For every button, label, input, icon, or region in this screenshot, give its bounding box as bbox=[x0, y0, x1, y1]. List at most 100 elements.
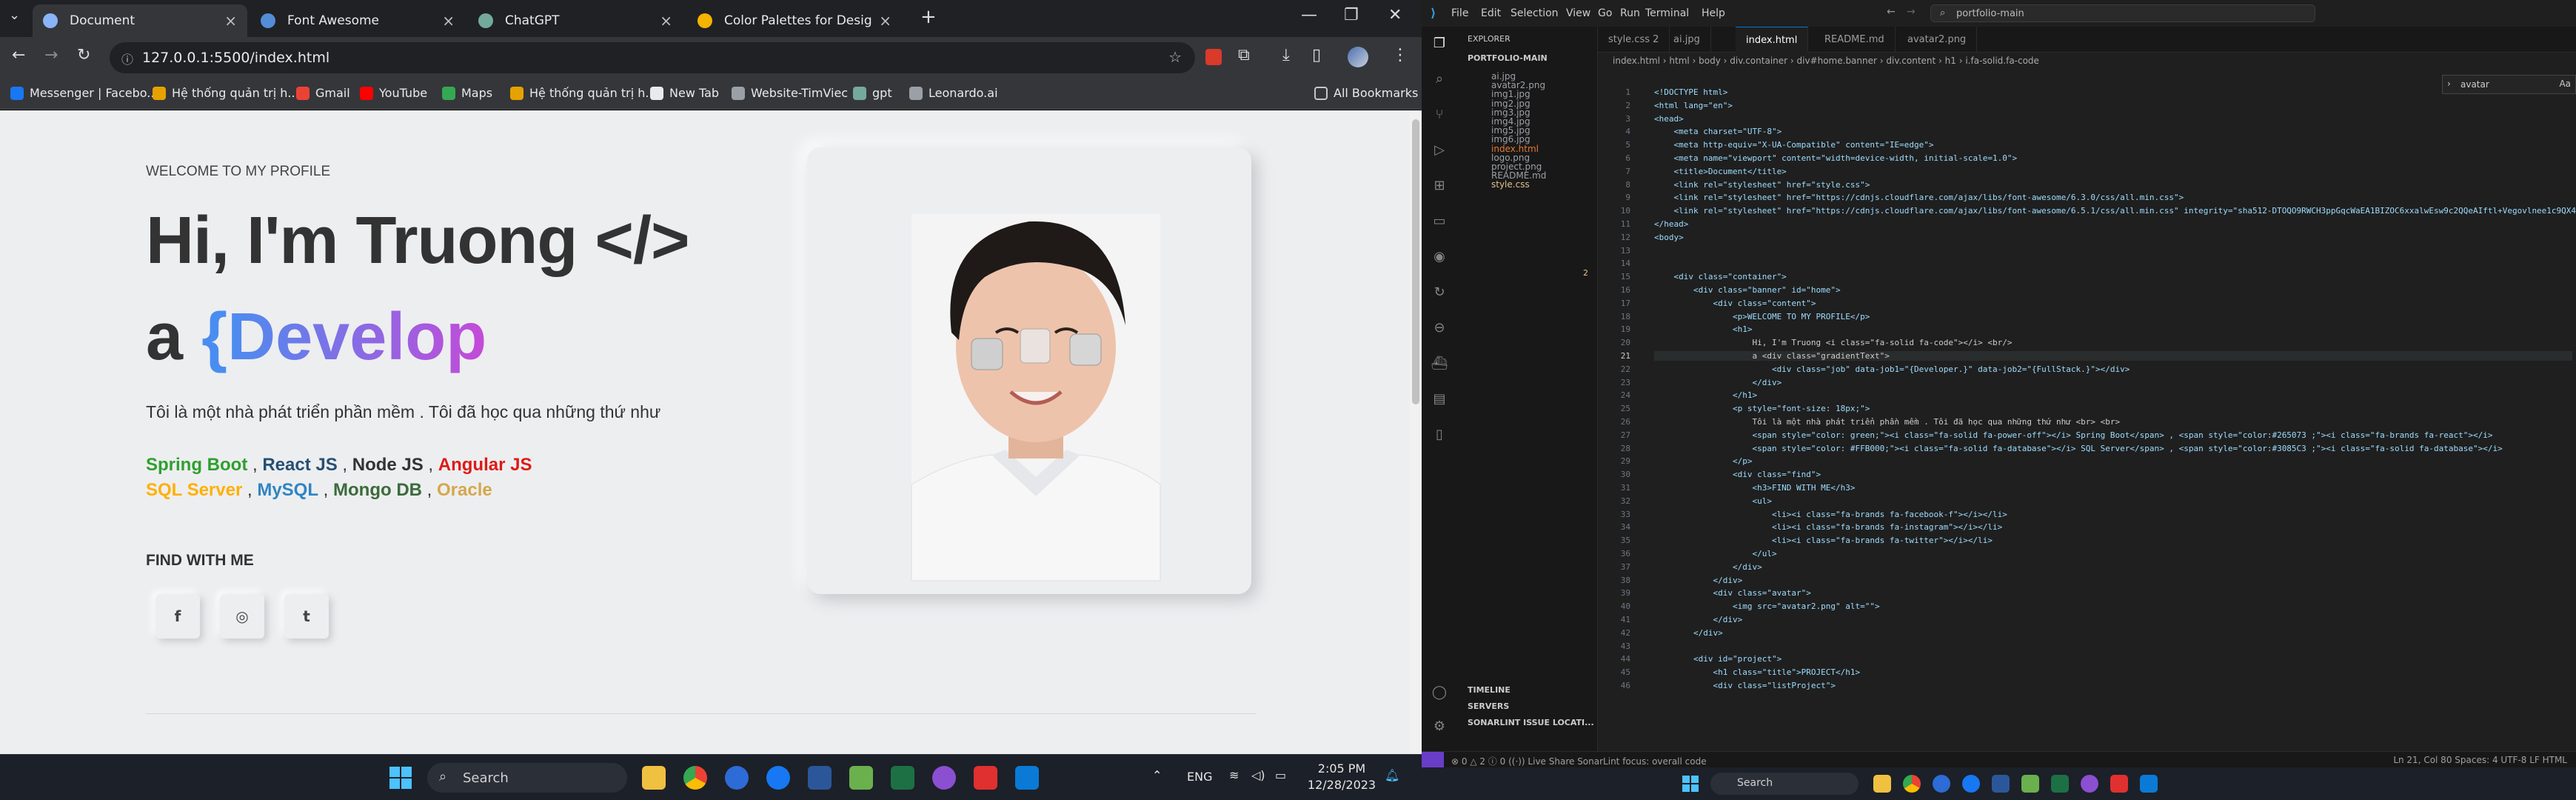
sonarlint-icon[interactable]: ⊖ bbox=[1431, 320, 1448, 338]
code-line[interactable]: <div class="listProject"> bbox=[1654, 681, 1836, 690]
code-line[interactable]: <li><i class="fa-brands fa-twitter"></i>… bbox=[1654, 536, 1993, 545]
chrome-icon-2[interactable] bbox=[1903, 775, 1921, 793]
language-indicator[interactable]: ENG bbox=[1187, 770, 1212, 784]
breadcrumb[interactable]: index.html › html › body › div.container… bbox=[1598, 53, 2576, 69]
code-line[interactable]: <!DOCTYPE html> bbox=[1654, 87, 1727, 97]
github-desktop-icon[interactable] bbox=[932, 766, 956, 790]
bookmark-star-icon[interactable]: ☆ bbox=[1168, 48, 1182, 66]
facebook-button[interactable]: f bbox=[155, 594, 200, 639]
code-line[interactable]: <div class="job" data-job1="{Developer.}… bbox=[1654, 364, 2130, 374]
battery-icon[interactable]: ▭ bbox=[1275, 768, 1286, 782]
sidebar-section[interactable]: SONARLINT ISSUE LOCATI... bbox=[1468, 718, 1594, 727]
live-share-icon[interactable]: ↻ bbox=[1431, 284, 1448, 302]
editor-tab[interactable]: README.md bbox=[1814, 27, 1896, 53]
close-window-button[interactable]: ✕ bbox=[1388, 6, 1402, 24]
facebook-app-icon[interactable] bbox=[766, 766, 790, 790]
sublime-icon-2[interactable] bbox=[2021, 775, 2039, 793]
excel-icon-2[interactable] bbox=[2051, 775, 2069, 793]
bookmark-item[interactable]: Leonardo.ai bbox=[909, 86, 998, 100]
code-editor[interactable]: 1 <!DOCTYPE html> 2 <html lang="en"> 3 <head>… bbox=[1598, 69, 2576, 751]
device-icon[interactable]: ▯ bbox=[1431, 427, 1448, 444]
twitter-button[interactable]: t bbox=[284, 594, 329, 639]
vscode-taskbar-icon-2[interactable] bbox=[2140, 775, 2158, 793]
menu-item[interactable]: Help bbox=[1702, 7, 1725, 19]
extensions-icon[interactable]: ⧉ bbox=[1238, 46, 1250, 64]
profile-avatar[interactable] bbox=[1348, 47, 1368, 67]
code-line[interactable]: <span style="color: #FFB000;"><i class="… bbox=[1654, 444, 2502, 453]
tab-close-icon[interactable]: × bbox=[224, 12, 237, 30]
app-red-icon-2[interactable] bbox=[2110, 775, 2128, 793]
code-line[interactable]: </div> bbox=[1654, 615, 1742, 624]
code-line[interactable]: <div class="banner" id="home"> bbox=[1654, 285, 1841, 295]
clock-date[interactable]: 12/28/2023 bbox=[1305, 778, 1379, 792]
browser-tab[interactable]: ChatGPT × bbox=[468, 4, 683, 37]
code-line[interactable]: </div> bbox=[1654, 576, 1742, 585]
code-line[interactable]: </ul> bbox=[1654, 549, 1776, 559]
bookmark-item[interactable]: Hệ thống quản trị h... bbox=[510, 86, 657, 100]
editor-tab[interactable]: ai.jpg bbox=[1663, 27, 1711, 53]
code-line[interactable]: <meta name="viewport" content="width=dev… bbox=[1654, 153, 2017, 163]
back-icon[interactable]: ← bbox=[12, 46, 25, 64]
code-line[interactable]: <html lang="en"> bbox=[1654, 101, 1733, 110]
bookmark-item[interactable]: gpt bbox=[853, 86, 892, 100]
browser-tab[interactable]: Color Palettes for Designers and × bbox=[687, 4, 902, 37]
page-scrollbar[interactable] bbox=[1410, 110, 1422, 754]
settings-gear-icon[interactable]: ⚙ bbox=[1431, 719, 1448, 736]
clock-time[interactable]: 2:05 PM bbox=[1312, 761, 1371, 776]
code-line[interactable]: <div id="project"> bbox=[1654, 654, 1782, 664]
all-bookmarks-folder[interactable]: All Bookmarks bbox=[1314, 86, 1418, 100]
tray-overflow-icon[interactable]: ⌃ bbox=[1152, 768, 1162, 782]
facebook-app-icon-2[interactable] bbox=[1962, 775, 1980, 793]
code-line[interactable]: <title>Document</title> bbox=[1654, 167, 1786, 176]
search-view-icon[interactable]: ⌕ bbox=[1431, 71, 1448, 89]
taskbar-search[interactable]: ⌕ Search bbox=[427, 763, 627, 793]
code-line[interactable]: <link rel="stylesheet" href="style.css"> bbox=[1654, 180, 1870, 190]
code-line[interactable]: <h1 class="title">PROJECT</h1> bbox=[1654, 667, 1860, 677]
menu-item[interactable]: View bbox=[1566, 7, 1590, 19]
instagram-button[interactable]: ◎ bbox=[220, 594, 264, 639]
sidebar-section[interactable]: TIMELINE bbox=[1468, 685, 1511, 695]
browser-tab[interactable]: Document × bbox=[33, 4, 247, 37]
bookmark-item[interactable]: New Tab bbox=[650, 86, 719, 100]
code-line[interactable]: <div class="find"> bbox=[1654, 470, 1821, 479]
folder-name[interactable]: PORTFOLIO-MAIN bbox=[1468, 53, 1548, 63]
code-line[interactable]: </div> bbox=[1654, 378, 1782, 387]
menu-item[interactable]: Edit bbox=[1481, 7, 1501, 19]
command-center[interactable]: ⌕ portfolio-main bbox=[1930, 4, 2315, 22]
github-desktop-icon-2[interactable] bbox=[2081, 775, 2098, 793]
reload-icon[interactable]: ↻ bbox=[77, 46, 90, 64]
file-item[interactable]: style.css bbox=[1491, 179, 1530, 190]
bookmark-item[interactable]: Maps bbox=[442, 86, 492, 100]
code-line[interactable]: </div> bbox=[1654, 562, 1762, 572]
code-line[interactable]: <meta http-equiv="X-UA-Compatible" conte… bbox=[1654, 140, 1933, 150]
code-line[interactable]: <p style="font-size: 18px;"> bbox=[1654, 404, 1870, 413]
download-icon[interactable]: ⤓ bbox=[1282, 46, 1290, 64]
tab-close-icon[interactable]: × bbox=[442, 12, 455, 30]
match-case-toggle[interactable]: Aa bbox=[2559, 79, 2571, 89]
bookmark-item[interactable]: YouTube bbox=[360, 86, 427, 100]
bookmark-item[interactable]: Hệ thống quản trị h... bbox=[153, 86, 299, 100]
remote-explorer-icon[interactable]: ▭ bbox=[1431, 213, 1448, 231]
file-explorer-icon-2[interactable] bbox=[1873, 775, 1891, 793]
file-explorer-icon[interactable] bbox=[642, 766, 666, 790]
status-left-items[interactable]: ⊗ 0 △ 2 ⓘ 0 ((·)) Live Share SonarLint f… bbox=[1451, 755, 1707, 767]
zalo-icon-2[interactable] bbox=[1933, 775, 1950, 793]
code-line[interactable]: <div class="container"> bbox=[1654, 272, 1786, 281]
chrome-icon[interactable] bbox=[683, 766, 707, 790]
menu-kebab-icon[interactable]: ⋮ bbox=[1392, 46, 1408, 64]
code-line[interactable]: <link rel="stylesheet" href="https://cdn… bbox=[1654, 193, 2184, 202]
volume-icon[interactable]: ◁) bbox=[1251, 768, 1265, 782]
database-icon[interactable]: ▤ bbox=[1431, 391, 1448, 409]
remote-indicator[interactable] bbox=[1422, 752, 1444, 768]
find-expand-icon[interactable]: › bbox=[2447, 79, 2451, 89]
windows-start-icon-2[interactable] bbox=[1682, 776, 1699, 792]
code-line[interactable]: <h3>FIND WITH ME</h3> bbox=[1654, 483, 1855, 493]
app-red-icon[interactable] bbox=[974, 766, 997, 790]
menu-item[interactable]: Terminal bbox=[1645, 7, 1689, 19]
menu-item[interactable]: File bbox=[1451, 7, 1468, 19]
windows-start-icon[interactable] bbox=[389, 767, 412, 789]
code-line[interactable]: </h1> bbox=[1654, 390, 1757, 400]
nav-back-icon[interactable]: ← bbox=[1887, 6, 1896, 18]
maximize-button[interactable]: ❐ bbox=[1344, 6, 1359, 24]
extensions-view-icon[interactable]: ⊞ bbox=[1431, 178, 1448, 196]
